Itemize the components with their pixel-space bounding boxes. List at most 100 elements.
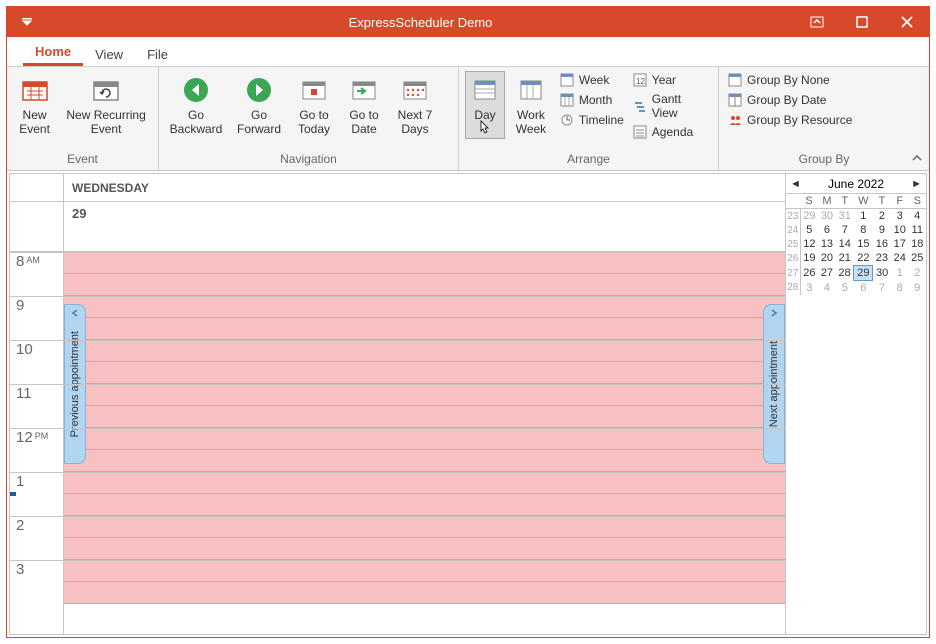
- minical-day[interactable]: 1: [891, 266, 908, 281]
- appointment-area[interactable]: Previous appointment Next appointment: [64, 252, 785, 634]
- day-number: 29: [64, 202, 86, 251]
- qat-dropdown[interactable]: [7, 18, 47, 26]
- hour-label: 8AM: [10, 252, 63, 270]
- minical-day[interactable]: 5: [800, 223, 818, 237]
- timeline-view-button[interactable]: Timeline: [557, 111, 626, 129]
- day-header[interactable]: WEDNESDAY: [64, 181, 149, 195]
- minical-day[interactable]: 10: [891, 223, 908, 237]
- minical-day[interactable]: 6: [854, 281, 873, 296]
- work-week-button[interactable]: Work Week: [509, 71, 553, 139]
- minical-day[interactable]: 12: [800, 237, 818, 251]
- minical-day[interactable]: 2: [908, 266, 926, 281]
- minical-day[interactable]: 6: [818, 223, 835, 237]
- content-area: WEDNESDAY 29 8AM9101112PM123 Previous ap…: [9, 173, 927, 635]
- week-number: 27: [786, 266, 800, 281]
- next-month-button[interactable]: ►: [911, 178, 922, 190]
- cursor-icon: [480, 120, 490, 134]
- minical-day[interactable]: 30: [873, 266, 891, 281]
- minical-title[interactable]: June 2022: [828, 177, 884, 191]
- work-week-icon: [515, 74, 547, 106]
- arrow-right-icon: [243, 74, 275, 106]
- group-resource-icon: [727, 112, 743, 128]
- tab-home[interactable]: Home: [23, 39, 83, 66]
- minical-day[interactable]: 16: [873, 237, 891, 251]
- group-by-none-button[interactable]: Group By None: [725, 71, 854, 89]
- ribbon-display-button[interactable]: [794, 7, 839, 37]
- minical-day[interactable]: 3: [800, 281, 818, 296]
- close-button[interactable]: [884, 7, 929, 37]
- prev-month-button[interactable]: ◄: [790, 178, 801, 190]
- minical-day[interactable]: 1: [854, 209, 873, 224]
- minical-day[interactable]: 4: [908, 209, 926, 224]
- minical-day[interactable]: 20: [818, 251, 835, 266]
- hour-label: 1: [10, 472, 63, 490]
- group-resource-label: Group By Resource: [747, 113, 852, 127]
- minical-day[interactable]: 29: [854, 266, 873, 281]
- go-to-date-button[interactable]: Go to Date: [341, 71, 387, 139]
- minical-day[interactable]: 9: [908, 281, 926, 296]
- go-forward-button[interactable]: Go Forward: [231, 71, 287, 139]
- minical-day[interactable]: 24: [891, 251, 908, 266]
- minical-day[interactable]: 21: [836, 251, 854, 266]
- mini-calendar[interactable]: SMTWTFS232930311234245678910112512131415…: [786, 194, 926, 295]
- minical-day[interactable]: 7: [836, 223, 854, 237]
- month-icon: [559, 92, 575, 108]
- minical-day[interactable]: 3: [891, 209, 908, 224]
- minical-day[interactable]: 17: [891, 237, 908, 251]
- minical-day[interactable]: 18: [908, 237, 926, 251]
- minical-day[interactable]: 19: [800, 251, 818, 266]
- all-day-row[interactable]: 29: [10, 202, 785, 252]
- minical-day[interactable]: 11: [908, 223, 926, 237]
- minical-day[interactable]: 26: [800, 266, 818, 281]
- minical-day[interactable]: 15: [854, 237, 873, 251]
- minical-day[interactable]: 7: [873, 281, 891, 296]
- month-view-button[interactable]: Month: [557, 91, 626, 109]
- time-gutter-header: [10, 174, 64, 201]
- go-backward-button[interactable]: Go Backward: [165, 71, 227, 139]
- week-number: 24: [786, 223, 800, 237]
- group-date-icon: [727, 92, 743, 108]
- minical-day[interactable]: 4: [818, 281, 835, 296]
- agenda-view-button[interactable]: Agenda: [630, 123, 712, 141]
- week-number: 28: [786, 281, 800, 296]
- minical-day[interactable]: 29: [800, 209, 818, 224]
- minical-day[interactable]: 13: [818, 237, 835, 251]
- minical-day[interactable]: 8: [854, 223, 873, 237]
- minical-day[interactable]: 23: [873, 251, 891, 266]
- minical-day[interactable]: 5: [836, 281, 854, 296]
- maximize-button[interactable]: [839, 7, 884, 37]
- minical-day[interactable]: 30: [818, 209, 835, 224]
- gantt-view-button[interactable]: Gantt View: [630, 91, 712, 121]
- group-by-date-button[interactable]: Group By Date: [725, 91, 854, 109]
- day-view-button[interactable]: Day: [465, 71, 505, 139]
- calendar-today-icon: [298, 74, 330, 106]
- tab-file[interactable]: File: [135, 42, 180, 66]
- minical-day[interactable]: 14: [836, 237, 854, 251]
- year-view-button[interactable]: 12Year: [630, 71, 712, 89]
- minical-day[interactable]: 28: [836, 266, 854, 281]
- minical-day[interactable]: 27: [818, 266, 835, 281]
- month-label: Month: [579, 93, 612, 107]
- calendar-icon: [19, 74, 51, 106]
- minical-nav: ◄ June 2022 ►: [786, 174, 926, 194]
- hour-label: 11: [10, 384, 63, 402]
- new-recurring-event-button[interactable]: New Recurring Event: [60, 71, 152, 139]
- group-by-resource-button[interactable]: Group By Resource: [725, 111, 854, 129]
- go-today-button[interactable]: Go to Today: [291, 71, 337, 139]
- minical-day[interactable]: 31: [836, 209, 854, 224]
- tab-view[interactable]: View: [83, 42, 135, 66]
- next-7-days-button[interactable]: Next 7 Days: [391, 71, 439, 139]
- collapse-ribbon-button[interactable]: [911, 153, 923, 166]
- minical-day[interactable]: 9: [873, 223, 891, 237]
- minical-day[interactable]: 25: [908, 251, 926, 266]
- week-view-button[interactable]: Week: [557, 71, 626, 89]
- app-window: ExpressScheduler Demo Home View File New…: [6, 6, 930, 638]
- time-grid[interactable]: 8AM9101112PM123 Previous appointment Nex…: [10, 252, 785, 634]
- minical-day[interactable]: 2: [873, 209, 891, 224]
- go-today-label: Go to Today: [298, 108, 330, 136]
- minical-day[interactable]: 22: [854, 251, 873, 266]
- group-none-icon: [727, 72, 743, 88]
- new-event-button[interactable]: New Event: [13, 71, 56, 139]
- minical-day[interactable]: 8: [891, 281, 908, 296]
- hour-label: 9: [10, 296, 63, 314]
